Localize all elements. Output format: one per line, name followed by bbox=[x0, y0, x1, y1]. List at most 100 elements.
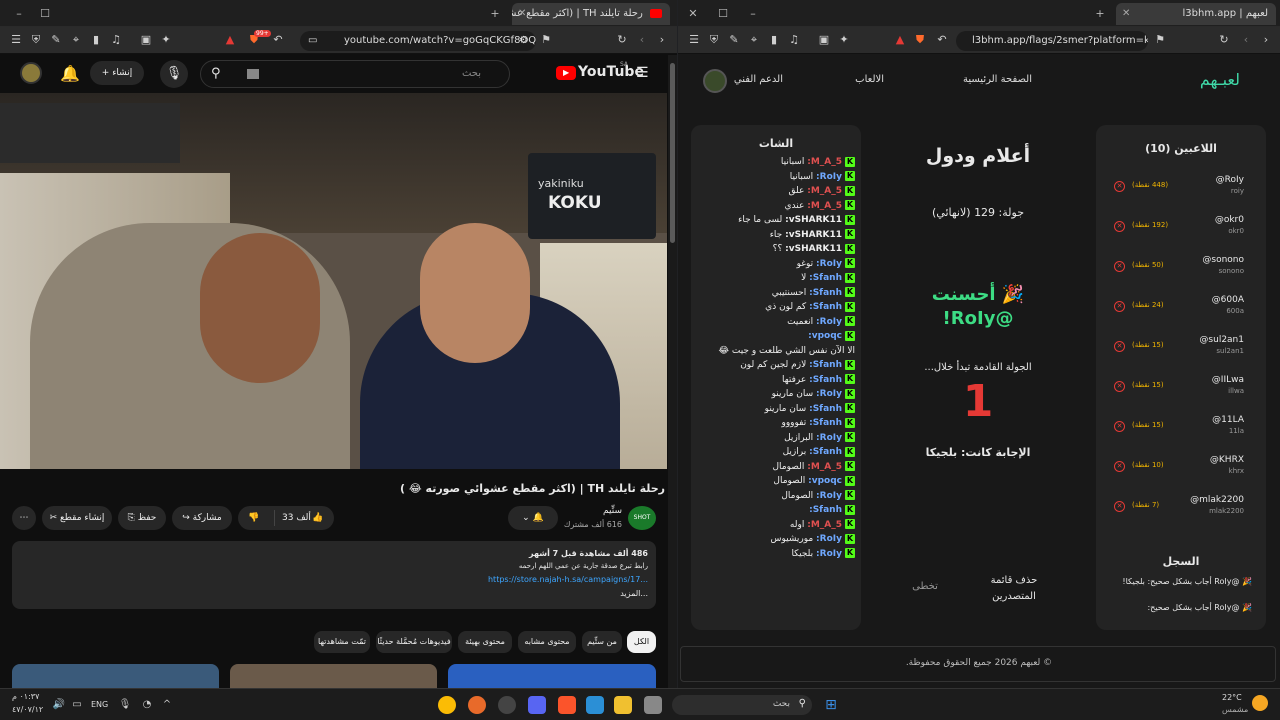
chip-from-channel[interactable]: من ستِّيم bbox=[582, 631, 622, 653]
app-icon[interactable] bbox=[644, 696, 662, 714]
tray-app-icon[interactable]: ◔ bbox=[138, 696, 156, 714]
search-input[interactable]: ⚲ بحث bbox=[200, 60, 510, 88]
extension-icon[interactable]: ✎ bbox=[726, 32, 742, 48]
chip-related[interactable]: محتوى مشابه bbox=[518, 631, 576, 653]
extension-icon[interactable]: ✎ bbox=[48, 32, 64, 48]
channel-avatar[interactable]: SHOT bbox=[628, 506, 656, 530]
chip-watched[interactable]: تمّت مشاهدتها bbox=[314, 631, 370, 653]
skip-button[interactable]: تخطى bbox=[900, 581, 950, 592]
left-scrollbar[interactable] bbox=[668, 55, 677, 688]
sidebar-icon[interactable]: ▮ bbox=[766, 32, 782, 48]
puzzle-icon[interactable]: ✦ bbox=[836, 32, 852, 48]
discord-icon[interactable] bbox=[528, 696, 546, 714]
shield-icon[interactable]: ⛨ bbox=[28, 32, 44, 48]
app-icon[interactable] bbox=[498, 696, 516, 714]
close-tab-icon[interactable]: ✕ bbox=[1122, 3, 1130, 25]
desc-more[interactable]: ...المزيد bbox=[620, 589, 648, 598]
remove-player-icon[interactable]: ✕ bbox=[1114, 421, 1125, 432]
menu-icon[interactable]: ☰ bbox=[8, 32, 24, 48]
minimize-icon[interactable]: – bbox=[744, 5, 762, 23]
nav-home[interactable]: الصفحة الرئيسية bbox=[940, 74, 1032, 85]
recommended-thumb-2[interactable] bbox=[230, 664, 437, 688]
like-icon[interactable]: 👍 bbox=[312, 506, 323, 530]
reload-back-icon[interactable]: ↶ bbox=[270, 32, 286, 48]
tab-youtube[interactable]: ✕ رحلة تايلند TH | (اكثر مقطع عشـ bbox=[512, 3, 670, 25]
search-icon[interactable]: ⚲ bbox=[211, 66, 221, 81]
remove-player-icon[interactable]: ✕ bbox=[1114, 341, 1125, 352]
minimize-icon[interactable]: – bbox=[10, 5, 28, 23]
right-address-bar[interactable]: l3bhm.app/flags/2smer?platform=kick bbox=[956, 31, 1148, 51]
avatar[interactable] bbox=[20, 62, 42, 84]
clip-button[interactable]: ✂ إنشاء مقطع bbox=[42, 506, 112, 530]
volume-icon[interactable]: 🔊 bbox=[50, 696, 68, 714]
youtube-logo-icon[interactable]: ▶ bbox=[556, 66, 576, 80]
back-icon[interactable]: › bbox=[1258, 32, 1274, 48]
hamburger-icon[interactable]: ☰ bbox=[636, 65, 649, 81]
left-address-bar[interactable]: ▭ youtube.com/watch?v=goGqCKGf8OQ ⚙ bbox=[300, 31, 536, 51]
chip-all[interactable]: الكل bbox=[627, 631, 656, 653]
maximize-icon[interactable]: ☐ bbox=[714, 5, 732, 23]
screenshot-icon[interactable]: ▣ bbox=[816, 32, 832, 48]
tune-icon[interactable]: ⚙ bbox=[519, 31, 528, 51]
site-logo[interactable]: لعبـهم bbox=[1178, 70, 1240, 89]
maximize-icon[interactable]: ☐ bbox=[36, 5, 54, 23]
more-actions-icon[interactable]: ⋯ bbox=[12, 506, 36, 530]
remove-player-icon[interactable]: ✕ bbox=[1114, 301, 1125, 312]
vpn-icon[interactable]: ▲ bbox=[892, 32, 908, 48]
music-icon[interactable]: ♫ bbox=[108, 32, 124, 48]
nav-games[interactable]: الالعاب bbox=[838, 74, 884, 85]
new-tab-icon[interactable]: + bbox=[486, 5, 504, 23]
weather-desc[interactable]: مشمس bbox=[1222, 705, 1248, 714]
description-box[interactable]: 486 ألف مشاهدة قبل 7 أشهر رابط تبرع صدقة… bbox=[12, 541, 656, 609]
remove-player-icon[interactable]: ✕ bbox=[1114, 261, 1125, 272]
reload-back-icon[interactable]: ↶ bbox=[934, 32, 950, 48]
video-player[interactable]: KOKU yakiniku bbox=[0, 93, 667, 469]
show-hidden-icons[interactable]: ^ bbox=[158, 696, 176, 714]
brave-icon[interactable] bbox=[558, 696, 576, 714]
like-count[interactable]: 33 ألف bbox=[282, 506, 311, 530]
clock-date[interactable]: ٤٧/٠٧/١٢ bbox=[12, 705, 43, 714]
reload-icon[interactable]: ↻ bbox=[1216, 32, 1232, 48]
store-icon[interactable] bbox=[586, 696, 604, 714]
clock-time[interactable]: ٠١:٣٧ م bbox=[12, 692, 39, 701]
pin-icon[interactable]: ⌖ bbox=[746, 32, 762, 48]
app-icon[interactable] bbox=[468, 696, 486, 714]
back-icon[interactable]: › bbox=[654, 32, 670, 48]
dislike-icon[interactable]: 👎 bbox=[248, 506, 259, 530]
new-tab-icon[interactable]: + bbox=[1091, 5, 1109, 23]
youtube-logo-text[interactable]: YouTube bbox=[578, 64, 644, 80]
shield-icon[interactable]: ⛨ bbox=[706, 32, 722, 48]
weather-temp[interactable]: 22°C bbox=[1222, 693, 1242, 702]
pin-icon[interactable]: ⌖ bbox=[68, 32, 84, 48]
chrome-icon[interactable] bbox=[438, 696, 456, 714]
chip-recent[interactable]: فيديوهات مُحمَّلة حديثًا bbox=[376, 631, 452, 653]
remove-player-icon[interactable]: ✕ bbox=[1114, 381, 1125, 392]
remove-player-icon[interactable]: ✕ bbox=[1114, 501, 1125, 512]
bookmark-icon[interactable]: ⚑ bbox=[1152, 32, 1168, 48]
tab-l3bhm[interactable]: ✕ لعبهم | l3bhm.app bbox=[1116, 3, 1276, 25]
remove-player-icon[interactable]: ✕ bbox=[1114, 181, 1125, 192]
share-button[interactable]: ↪ مشاركة bbox=[172, 506, 232, 530]
puzzle-icon[interactable]: ✦ bbox=[158, 32, 174, 48]
save-button[interactable]: ⎘ حفظ bbox=[118, 506, 166, 530]
menu-icon[interactable]: ☰ bbox=[686, 32, 702, 48]
recommended-thumb-1[interactable] bbox=[12, 664, 219, 688]
music-icon[interactable]: ♫ bbox=[786, 32, 802, 48]
network-icon[interactable]: ▭ bbox=[68, 696, 86, 714]
mic-icon[interactable]: 🎙 bbox=[160, 60, 188, 88]
vpn-icon[interactable]: ▲ bbox=[222, 32, 238, 48]
remove-player-icon[interactable]: ✕ bbox=[1114, 461, 1125, 472]
delete-leaderboard-button[interactable]: حذف قائمة المتصدرين bbox=[978, 573, 1050, 605]
close-window-icon[interactable]: ✕ bbox=[684, 5, 702, 23]
taskbar-search[interactable]: بحث ⚲ bbox=[672, 695, 812, 715]
recommended-thumb-3[interactable] bbox=[448, 664, 656, 688]
screenshot-icon[interactable]: ▣ bbox=[138, 32, 154, 48]
forward-icon[interactable]: ‹ bbox=[1238, 32, 1254, 48]
weather-sun-icon[interactable] bbox=[1252, 695, 1268, 711]
nav-support[interactable]: الدعم الفني bbox=[723, 74, 783, 85]
desc-link[interactable]: https://store.najah-h.sa/campaigns/17... bbox=[488, 575, 648, 584]
close-tab-icon[interactable]: ✕ bbox=[518, 3, 526, 25]
reload-icon[interactable]: ↻ bbox=[614, 32, 630, 48]
remove-player-icon[interactable]: ✕ bbox=[1114, 221, 1125, 232]
forward-icon[interactable]: ‹ bbox=[634, 32, 650, 48]
